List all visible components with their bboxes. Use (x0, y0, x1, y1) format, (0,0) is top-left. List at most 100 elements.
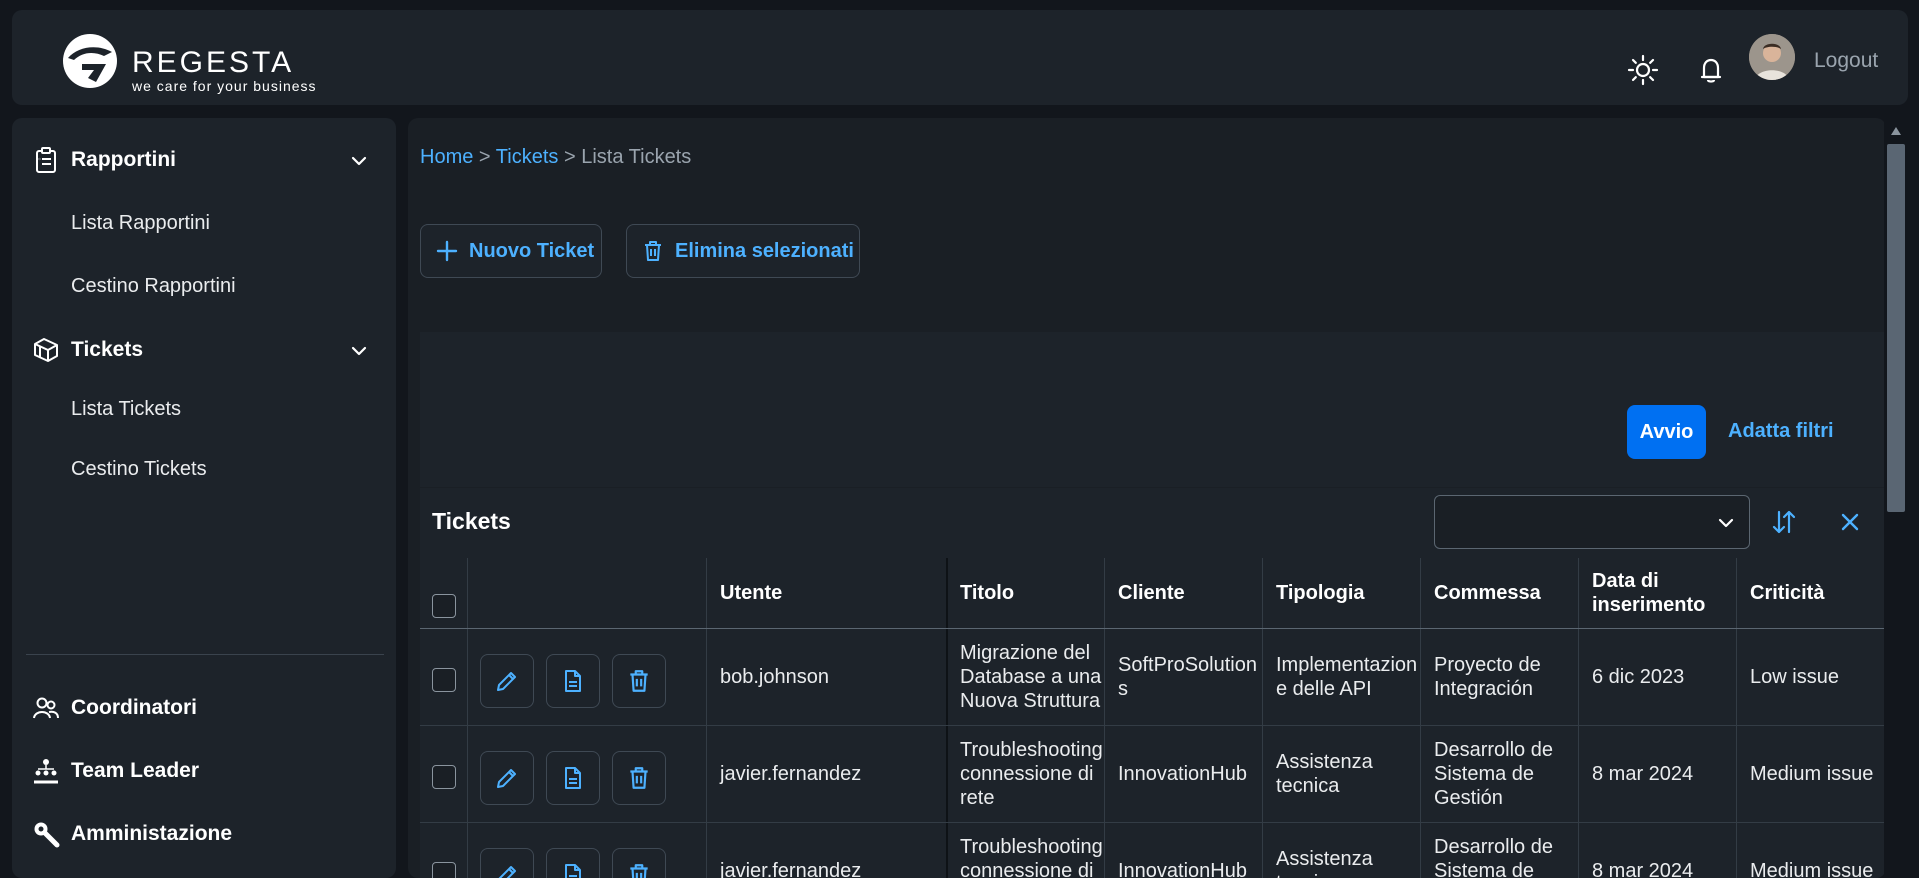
new-ticket-button[interactable]: Nuovo Ticket (420, 224, 602, 278)
cell-cliente: SoftProSolutions (1106, 628, 1262, 725)
cell-data: 8 mar 2024 (1580, 725, 1736, 822)
cell-utente: javier.fernandez (708, 822, 946, 878)
main-panel: Home > Tickets > Lista Tickets Nuovo Tic… (408, 118, 1886, 878)
filter-bar: Avvio Adatta filtri (420, 332, 1886, 487)
logo-tagline: we care for your business (132, 78, 317, 94)
sun-icon[interactable] (1625, 52, 1661, 88)
row-checkbox[interactable] (432, 862, 456, 878)
close-icon[interactable] (1836, 508, 1864, 536)
trash-icon (641, 239, 665, 263)
cell-tipologia: Assistenza tecnica (1264, 822, 1420, 878)
detail-button[interactable] (546, 848, 600, 878)
chevron-down-icon (350, 342, 368, 360)
sidebar-item-coordinatori[interactable]: Coordinatori (12, 682, 396, 732)
top-bar: REGESTA we care for your business (12, 10, 1908, 105)
detail-button[interactable] (546, 654, 600, 708)
sidebar-group-rapportini[interactable]: Rapportini (12, 134, 396, 184)
delete-button[interactable] (612, 654, 666, 708)
row-checkbox[interactable] (432, 668, 456, 692)
column-separator (1578, 558, 1579, 878)
logo-mark-icon (60, 32, 122, 90)
column-header-data[interactable]: Data di inserimento (1580, 558, 1736, 628)
sidebar-item-lista-rapportini[interactable]: Lista Rapportini (71, 212, 210, 235)
clipboard-icon (32, 146, 60, 174)
cell-criticita: Low issue (1738, 628, 1886, 725)
document-icon (560, 765, 586, 791)
trash-icon (626, 862, 652, 878)
edit-button[interactable] (480, 751, 534, 805)
cell-criticita: Medium issue (1738, 822, 1886, 878)
regesta-logo[interactable]: REGESTA we care for your business (60, 32, 340, 92)
scroll-up-icon[interactable] (1890, 126, 1902, 136)
sidebar-group-label: Tickets (71, 338, 143, 362)
delete-button[interactable] (612, 751, 666, 805)
pencil-icon (494, 668, 520, 694)
sidebar: Rapportini Lista Rapportini Cestino Rapp… (12, 118, 396, 878)
row-checkbox[interactable] (432, 765, 456, 789)
sidebar-item-team-leader[interactable]: Team Leader (12, 745, 396, 795)
cell-data: 8 mar 2024 (1580, 822, 1736, 878)
trash-icon (626, 668, 652, 694)
wrench-icon (32, 820, 60, 848)
scrollbar-thumb[interactable] (1887, 144, 1905, 512)
column-header-criticita[interactable]: Criticità (1738, 558, 1886, 628)
scrollbar[interactable] (1884, 118, 1908, 878)
sidebar-item-lista-tickets[interactable]: Lista Tickets (71, 398, 181, 421)
column-separator (706, 558, 707, 878)
column-header-cliente[interactable]: Cliente (1106, 558, 1262, 628)
column-header-utente[interactable]: Utente (708, 558, 946, 628)
cell-commessa: Proyecto de Integración (1422, 628, 1578, 725)
edit-button[interactable] (480, 848, 534, 878)
delete-button[interactable] (612, 848, 666, 878)
sidebar-group-tickets[interactable]: Tickets (12, 324, 396, 374)
cell-commessa: Desarrollo de Sistema de Gestión (1422, 822, 1578, 878)
column-header-commessa[interactable]: Commessa (1422, 558, 1578, 628)
breadcrumb-tickets[interactable]: Tickets (496, 146, 559, 168)
breadcrumb-home[interactable]: Home (420, 146, 473, 168)
column-separator (1420, 558, 1421, 878)
delete-selected-button[interactable]: Elimina selezionati (626, 224, 860, 278)
document-icon (560, 668, 586, 694)
cell-titolo: Migrazione del Database a una Nuova Stru… (948, 628, 1104, 725)
breadcrumb-current: Lista Tickets (581, 146, 691, 168)
logout-link[interactable]: Logout (1814, 49, 1878, 73)
cell-commessa: Desarrollo de Sistema de Gestión (1422, 725, 1578, 822)
sidebar-divider (26, 654, 384, 655)
column-separator (1262, 558, 1263, 878)
column-separator (467, 558, 468, 878)
column-separator (1736, 558, 1737, 878)
sidebar-item-label: Coordinatori (71, 696, 197, 720)
cell-titolo: Troubleshooting connessione di rete (948, 822, 1104, 878)
cell-criticita: Medium issue (1738, 725, 1886, 822)
cell-titolo: Troubleshooting connessione di rete (948, 725, 1104, 822)
cell-utente: bob.johnson (708, 628, 946, 725)
sort-icon[interactable] (1770, 508, 1798, 536)
chevron-down-icon (1717, 514, 1735, 532)
tickets-table: Tickets Utente Titolo Cliente Tipologia … (420, 488, 1886, 878)
select-all-checkbox[interactable] (432, 594, 456, 618)
go-button[interactable]: Avvio (1627, 405, 1706, 459)
sidebar-item-amministrazione[interactable]: Amministazione (12, 808, 396, 858)
view-select[interactable] (1434, 495, 1750, 549)
bell-icon[interactable] (1693, 52, 1729, 88)
sidebar-item-label: Amministazione (71, 822, 232, 846)
edit-button[interactable] (480, 654, 534, 708)
column-header-tipologia[interactable]: Tipologia (1264, 558, 1420, 628)
new-ticket-label: Nuovo Ticket (469, 240, 594, 263)
column-header-titolo[interactable]: Titolo (948, 558, 1104, 628)
sidebar-item-cestino-tickets[interactable]: Cestino Tickets (71, 458, 207, 481)
cell-data: 6 dic 2023 (1580, 628, 1736, 725)
avatar[interactable] (1749, 34, 1795, 80)
pencil-icon (494, 862, 520, 878)
delete-selected-label: Elimina selezionati (675, 240, 854, 263)
logo-name: REGESTA (132, 46, 294, 80)
trash-icon (626, 765, 652, 791)
breadcrumb: Home > Tickets > Lista Tickets (420, 146, 691, 169)
pencil-icon (494, 765, 520, 791)
adapt-filters-button[interactable]: Adatta filtri (1728, 420, 1834, 443)
chevron-down-icon (350, 152, 368, 170)
cell-cliente: InnovationHub (1106, 822, 1262, 878)
sidebar-item-cestino-rapportini[interactable]: Cestino Rapportini (71, 275, 236, 298)
detail-button[interactable] (546, 751, 600, 805)
document-icon (560, 862, 586, 878)
